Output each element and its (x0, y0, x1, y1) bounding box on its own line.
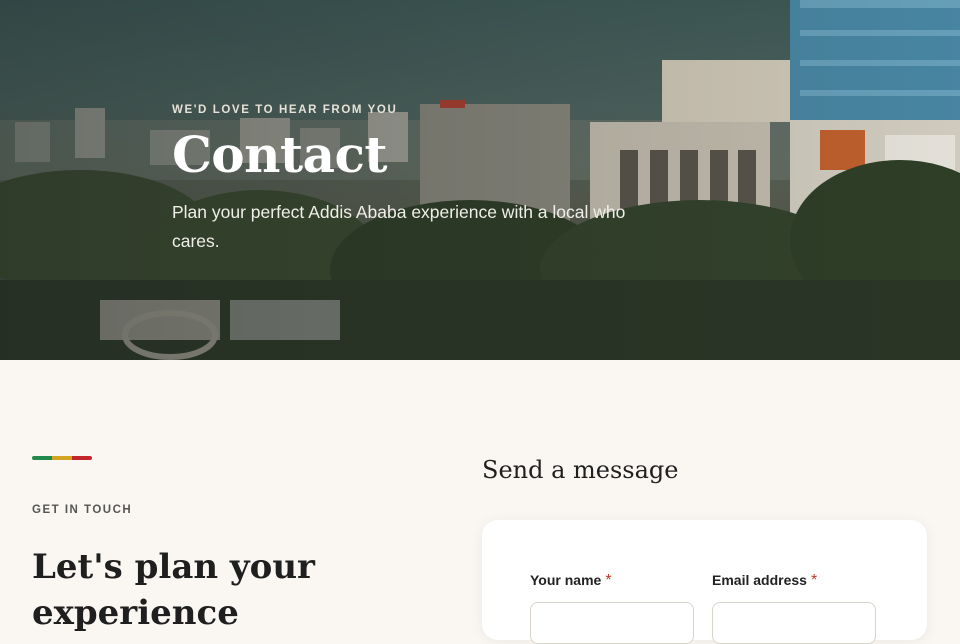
required-marker: * (810, 572, 818, 589)
hero-eyebrow: WE'D LOVE TO HEAR FROM YOU (172, 104, 398, 116)
email-field-group: Email address * (712, 572, 876, 644)
name-field-group: Your name * (530, 572, 694, 644)
email-input[interactable] (712, 602, 876, 644)
flag-red-stripe (72, 456, 92, 460)
page-title: Contact (172, 125, 388, 184)
hero-text-block: WE'D LOVE TO HEAR FROM YOU Contact Plan … (172, 104, 692, 256)
ethiopian-flag-accent-bar (32, 456, 92, 460)
form-heading: Send a message (482, 456, 679, 484)
name-input[interactable] (530, 602, 694, 644)
flag-green-stripe (32, 456, 52, 460)
required-marker: * (605, 572, 612, 589)
contact-form-card: Your name * Email address * (482, 520, 927, 644)
intro-heading: Let's plan your experience (32, 547, 315, 633)
hero-subtitle: Plan your perfect Addis Ababa experience… (172, 202, 626, 251)
name-field-label: Your name (530, 572, 602, 588)
contact-section: GET IN TOUCH Let's plan your experience … (0, 360, 960, 644)
flag-yellow-stripe (52, 456, 72, 460)
hero-banner: WE'D LOVE TO HEAR FROM YOU Contact Plan … (0, 0, 960, 360)
email-field-label: Email address (712, 572, 807, 588)
get-in-touch-eyebrow: GET IN TOUCH (32, 504, 133, 516)
